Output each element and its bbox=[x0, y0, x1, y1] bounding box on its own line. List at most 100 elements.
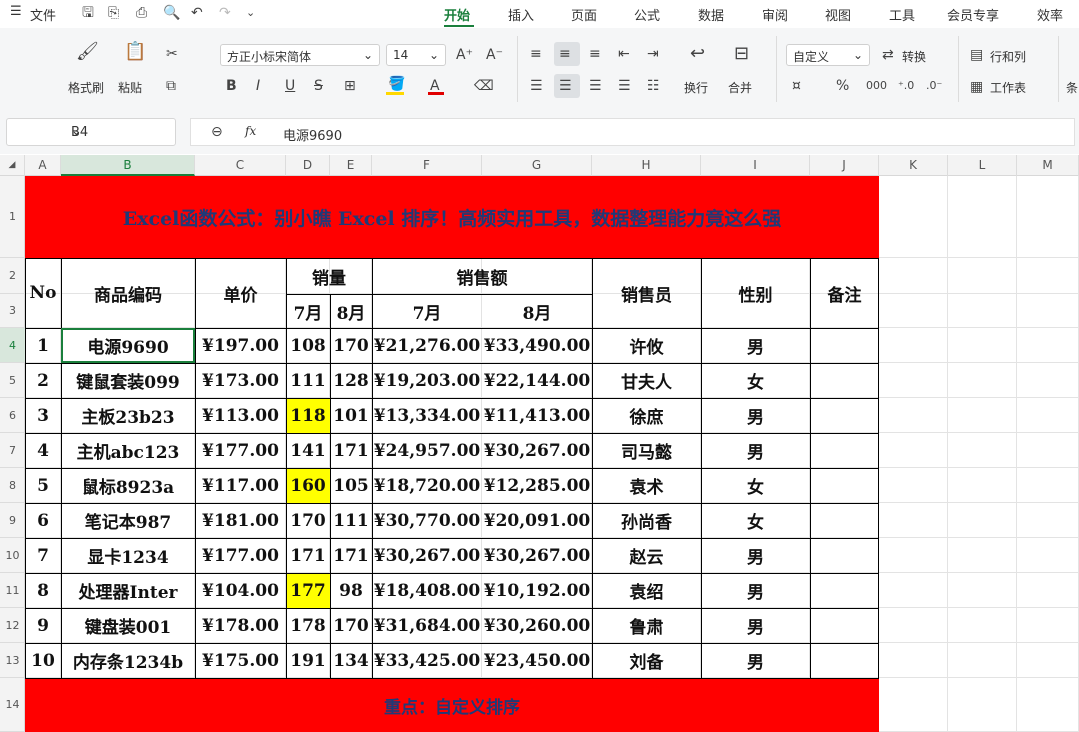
cell-gender[interactable]: 女 bbox=[701, 503, 810, 538]
cell-no[interactable]: 10 bbox=[25, 643, 61, 678]
column-header[interactable]: B bbox=[61, 155, 195, 176]
cell-qty-7[interactable]: 111 bbox=[286, 363, 330, 398]
format-painter-icon[interactable]: 🖌 bbox=[76, 43, 99, 61]
row-header[interactable]: 10 bbox=[0, 538, 25, 573]
cell-price[interactable]: ¥181.00 bbox=[195, 503, 286, 538]
row-header[interactable]: 2 bbox=[0, 258, 25, 294]
cell-code[interactable]: 键鼠套装099 bbox=[61, 363, 195, 398]
cell-qty-7[interactable]: 171 bbox=[286, 538, 330, 573]
menu-tab[interactable]: 审阅 bbox=[762, 5, 788, 24]
cell-amount-8[interactable]: ¥22,144.00 bbox=[482, 363, 592, 398]
cell-price[interactable]: ¥117.00 bbox=[195, 468, 286, 503]
header-amount[interactable]: 销售额 bbox=[372, 258, 592, 294]
cell-gender[interactable]: 女 bbox=[701, 468, 810, 503]
justify-icon[interactable]: ☰ bbox=[618, 78, 631, 94]
select-all-corner[interactable]: ◢ bbox=[0, 155, 25, 176]
print-preview-icon[interactable]: 🔍 bbox=[163, 5, 180, 21]
align-middle-icon[interactable]: ≡ bbox=[559, 46, 571, 62]
quick-access-dropdown-icon[interactable]: ⌄ bbox=[246, 5, 255, 21]
cell-price[interactable]: ¥175.00 bbox=[195, 643, 286, 678]
cell-no[interactable]: 8 bbox=[25, 573, 61, 608]
row-header[interactable]: 13 bbox=[0, 643, 25, 678]
cell-seller[interactable]: 刘备 bbox=[592, 643, 701, 678]
increase-decimal-icon[interactable]: ⁺.0 bbox=[898, 78, 914, 94]
cell-qty-7[interactable]: 170 bbox=[286, 503, 330, 538]
align-right-icon[interactable]: ☰ bbox=[589, 78, 602, 94]
cell-seller[interactable]: 袁绍 bbox=[592, 573, 701, 608]
column-header[interactable]: G bbox=[482, 155, 592, 176]
cell-gender[interactable]: 男 bbox=[701, 608, 810, 643]
align-bottom-icon[interactable]: ≡ bbox=[589, 46, 601, 62]
cell-qty-7[interactable]: 108 bbox=[286, 328, 330, 363]
column-header[interactable]: J bbox=[810, 155, 879, 176]
cell-amount-7[interactable]: ¥18,720.00 bbox=[372, 468, 482, 503]
undo-icon[interactable]: ↶ bbox=[191, 5, 203, 21]
percent-icon[interactable]: % bbox=[836, 78, 849, 94]
header-note[interactable]: 备注 bbox=[810, 258, 879, 328]
row-header[interactable]: 12 bbox=[0, 608, 25, 643]
cell-code[interactable]: 主板23b23 bbox=[61, 398, 195, 433]
cell-qty-7[interactable]: 178 bbox=[286, 608, 330, 643]
menu-file[interactable]: 文件 bbox=[30, 5, 56, 24]
header-qty[interactable]: 销量 bbox=[286, 258, 372, 294]
cell-code[interactable]: 主机abc123 bbox=[61, 433, 195, 468]
row-header[interactable]: 9 bbox=[0, 503, 25, 538]
column-header[interactable]: H bbox=[592, 155, 701, 176]
cell-qty-8[interactable]: 105 bbox=[330, 468, 372, 503]
cell-price[interactable]: ¥104.00 bbox=[195, 573, 286, 608]
currency-icon[interactable]: ¤ bbox=[792, 78, 801, 94]
cell-no[interactable]: 6 bbox=[25, 503, 61, 538]
cell-amount-8[interactable]: ¥23,450.00 bbox=[482, 643, 592, 678]
decrease-indent-icon[interactable]: ⇤ bbox=[618, 46, 630, 62]
increase-indent-icon[interactable]: ⇥ bbox=[647, 46, 659, 62]
cell-gender[interactable]: 男 bbox=[701, 538, 810, 573]
cell-gender[interactable]: 男 bbox=[701, 573, 810, 608]
cell-amount-8[interactable]: ¥20,091.00 bbox=[482, 503, 592, 538]
column-header[interactable]: I bbox=[701, 155, 810, 176]
cell-qty-7[interactable]: 177 bbox=[286, 573, 330, 608]
cell-price[interactable]: ¥177.00 bbox=[195, 433, 286, 468]
wrap-text-label[interactable]: 换行 bbox=[684, 79, 708, 96]
menu-tab[interactable]: 会员专享 bbox=[947, 5, 999, 24]
cell-no[interactable]: 2 bbox=[25, 363, 61, 398]
column-header[interactable]: E bbox=[330, 155, 372, 176]
header-amount-8[interactable]: 8月 bbox=[482, 294, 592, 328]
share-icon[interactable]: ⎘ bbox=[108, 5, 119, 21]
row-header[interactable]: 11 bbox=[0, 573, 25, 608]
cell-note[interactable] bbox=[810, 468, 879, 503]
row-header[interactable]: 3 bbox=[0, 294, 25, 328]
cell-note[interactable] bbox=[810, 608, 879, 643]
cell-note[interactable] bbox=[810, 643, 879, 678]
header-no[interactable]: No bbox=[25, 258, 61, 328]
fx-icon[interactable]: fx bbox=[245, 124, 256, 138]
header-amount-7[interactable]: 7月 bbox=[372, 294, 482, 328]
row-header[interactable]: 6 bbox=[0, 398, 25, 433]
menu-tab[interactable]: 插入 bbox=[508, 5, 534, 24]
menu-tab[interactable]: 页面 bbox=[571, 5, 597, 24]
align-left-icon[interactable]: ☰ bbox=[530, 78, 543, 94]
paste-icon[interactable]: 📋 bbox=[124, 43, 146, 61]
menu-tab[interactable]: 工具 bbox=[889, 5, 915, 24]
cell-seller[interactable]: 孙尚香 bbox=[592, 503, 701, 538]
column-header[interactable]: K bbox=[879, 155, 948, 176]
cell-qty-8[interactable]: 171 bbox=[330, 433, 372, 468]
cell-seller[interactable]: 许攸 bbox=[592, 328, 701, 363]
cell-amount-7[interactable]: ¥19,203.00 bbox=[372, 363, 482, 398]
cell-amount-7[interactable]: ¥24,957.00 bbox=[372, 433, 482, 468]
cell-qty-7[interactable]: 141 bbox=[286, 433, 330, 468]
cell-seller[interactable]: 司马懿 bbox=[592, 433, 701, 468]
cell-price[interactable]: ¥178.00 bbox=[195, 608, 286, 643]
cell-amount-8[interactable]: ¥30,267.00 bbox=[482, 433, 592, 468]
cell-qty-8[interactable]: 101 bbox=[330, 398, 372, 433]
row-header[interactable]: 1 bbox=[0, 176, 25, 258]
cell-price[interactable]: ¥173.00 bbox=[195, 363, 286, 398]
cell-amount-7[interactable]: ¥30,770.00 bbox=[372, 503, 482, 538]
number-format-select[interactable]: 自定义 ⌄ bbox=[786, 44, 870, 66]
cell-amount-8[interactable]: ¥10,192.00 bbox=[482, 573, 592, 608]
cell-amount-8[interactable]: ¥12,285.00 bbox=[482, 468, 592, 503]
cell-gender[interactable]: 男 bbox=[701, 433, 810, 468]
column-header[interactable]: M bbox=[1017, 155, 1079, 176]
row-header[interactable]: 7 bbox=[0, 433, 25, 468]
cell-amount-8[interactable]: ¥30,267.00 bbox=[482, 538, 592, 573]
cell-qty-8[interactable]: 170 bbox=[330, 608, 372, 643]
